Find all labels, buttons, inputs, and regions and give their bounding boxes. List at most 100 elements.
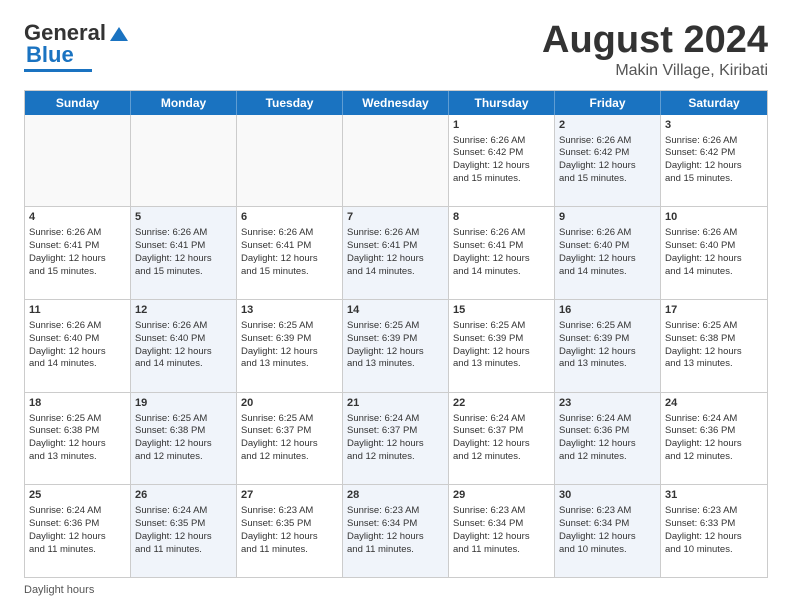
day-info: Daylight: 12 hours — [29, 253, 126, 266]
day-cell-14: 14Sunrise: 6:25 AMSunset: 6:39 PMDayligh… — [343, 300, 449, 392]
day-cell-10: 10Sunrise: 6:26 AMSunset: 6:40 PMDayligh… — [661, 207, 767, 299]
day-info: Daylight: 12 hours — [559, 438, 656, 451]
day-info: Sunset: 6:39 PM — [559, 333, 656, 346]
day-info: Daylight: 12 hours — [241, 531, 338, 544]
day-info: Sunrise: 6:24 AM — [665, 413, 763, 426]
day-info: and 15 minutes. — [135, 266, 232, 279]
day-number: 7 — [347, 210, 444, 225]
day-info: Sunset: 6:36 PM — [665, 425, 763, 438]
day-cell-3: 3Sunrise: 6:26 AMSunset: 6:42 PMDaylight… — [661, 115, 767, 207]
day-info: Sunset: 6:41 PM — [29, 240, 126, 253]
day-cell-26: 26Sunrise: 6:24 AMSunset: 6:35 PMDayligh… — [131, 485, 237, 577]
day-number: 29 — [453, 488, 550, 503]
day-number: 4 — [29, 210, 126, 225]
day-info: and 13 minutes. — [665, 358, 763, 371]
day-cell-19: 19Sunrise: 6:25 AMSunset: 6:38 PMDayligh… — [131, 393, 237, 485]
day-info: Sunset: 6:35 PM — [135, 518, 232, 531]
day-info: Daylight: 12 hours — [241, 438, 338, 451]
logo-part2: Blue — [26, 42, 74, 68]
day-info: Daylight: 12 hours — [665, 438, 763, 451]
day-number: 25 — [29, 488, 126, 503]
day-info: Sunrise: 6:25 AM — [453, 320, 550, 333]
logo: General Blue — [24, 20, 130, 72]
day-info: and 12 minutes. — [241, 451, 338, 464]
footer: Daylight hours — [24, 584, 768, 596]
day-info: Daylight: 12 hours — [453, 160, 550, 173]
day-number: 6 — [241, 210, 338, 225]
day-info: Sunset: 6:41 PM — [453, 240, 550, 253]
day-info: Daylight: 12 hours — [453, 438, 550, 451]
day-header-monday: Monday — [131, 91, 237, 115]
day-cell-15: 15Sunrise: 6:25 AMSunset: 6:39 PMDayligh… — [449, 300, 555, 392]
day-info: Sunrise: 6:26 AM — [135, 320, 232, 333]
day-info: and 14 minutes. — [347, 266, 444, 279]
day-info: and 11 minutes. — [347, 544, 444, 557]
day-info: Sunset: 6:41 PM — [135, 240, 232, 253]
day-info: Daylight: 12 hours — [665, 160, 763, 173]
day-info: Daylight: 12 hours — [241, 346, 338, 359]
day-info: Daylight: 12 hours — [453, 531, 550, 544]
day-number: 22 — [453, 396, 550, 411]
day-info: Sunrise: 6:24 AM — [453, 413, 550, 426]
day-cell-22: 22Sunrise: 6:24 AMSunset: 6:37 PMDayligh… — [449, 393, 555, 485]
day-header-thursday: Thursday — [449, 91, 555, 115]
day-info: and 11 minutes. — [29, 544, 126, 557]
day-cell-16: 16Sunrise: 6:25 AMSunset: 6:39 PMDayligh… — [555, 300, 661, 392]
day-cell-31: 31Sunrise: 6:23 AMSunset: 6:33 PMDayligh… — [661, 485, 767, 577]
day-info: Sunrise: 6:24 AM — [135, 505, 232, 518]
day-info: Sunset: 6:34 PM — [453, 518, 550, 531]
day-info: Sunset: 6:37 PM — [347, 425, 444, 438]
main-title: August 2024 — [542, 20, 768, 62]
day-cell-17: 17Sunrise: 6:25 AMSunset: 6:38 PMDayligh… — [661, 300, 767, 392]
day-info: Sunrise: 6:23 AM — [347, 505, 444, 518]
day-info: Daylight: 12 hours — [453, 346, 550, 359]
day-info: Sunset: 6:39 PM — [453, 333, 550, 346]
day-info: and 14 minutes. — [559, 266, 656, 279]
day-info: and 14 minutes. — [453, 266, 550, 279]
day-info: Sunset: 6:40 PM — [135, 333, 232, 346]
day-info: Daylight: 12 hours — [665, 253, 763, 266]
day-number: 30 — [559, 488, 656, 503]
header: General Blue August 2024 Makin Village, … — [24, 20, 768, 80]
empty-cell — [131, 115, 237, 207]
empty-cell — [343, 115, 449, 207]
day-info: Sunset: 6:41 PM — [241, 240, 338, 253]
day-info: and 12 minutes. — [135, 451, 232, 464]
day-cell-25: 25Sunrise: 6:24 AMSunset: 6:36 PMDayligh… — [25, 485, 131, 577]
day-cell-12: 12Sunrise: 6:26 AMSunset: 6:40 PMDayligh… — [131, 300, 237, 392]
day-info: Sunrise: 6:25 AM — [665, 320, 763, 333]
day-number: 31 — [665, 488, 763, 503]
day-number: 14 — [347, 303, 444, 318]
calendar-row-4: 18Sunrise: 6:25 AMSunset: 6:38 PMDayligh… — [25, 393, 767, 486]
day-cell-2: 2Sunrise: 6:26 AMSunset: 6:42 PMDaylight… — [555, 115, 661, 207]
day-number: 2 — [559, 118, 656, 133]
day-info: Sunrise: 6:25 AM — [241, 320, 338, 333]
day-header-tuesday: Tuesday — [237, 91, 343, 115]
day-number: 24 — [665, 396, 763, 411]
day-info: Sunrise: 6:26 AM — [347, 227, 444, 240]
day-number: 19 — [135, 396, 232, 411]
day-cell-6: 6Sunrise: 6:26 AMSunset: 6:41 PMDaylight… — [237, 207, 343, 299]
calendar-header: SundayMondayTuesdayWednesdayThursdayFrid… — [25, 91, 767, 115]
day-info: and 13 minutes. — [453, 358, 550, 371]
day-info: and 13 minutes. — [347, 358, 444, 371]
day-info: Sunrise: 6:24 AM — [559, 413, 656, 426]
day-info: Sunset: 6:38 PM — [665, 333, 763, 346]
day-info: Sunset: 6:40 PM — [559, 240, 656, 253]
day-info: Sunrise: 6:25 AM — [347, 320, 444, 333]
day-info: Sunset: 6:41 PM — [347, 240, 444, 253]
day-cell-8: 8Sunrise: 6:26 AMSunset: 6:41 PMDaylight… — [449, 207, 555, 299]
calendar-row-2: 4Sunrise: 6:26 AMSunset: 6:41 PMDaylight… — [25, 207, 767, 300]
day-number: 12 — [135, 303, 232, 318]
day-number: 3 — [665, 118, 763, 133]
day-info: and 15 minutes. — [241, 266, 338, 279]
day-info: and 11 minutes. — [135, 544, 232, 557]
day-info: Daylight: 12 hours — [453, 253, 550, 266]
day-info: Sunrise: 6:26 AM — [453, 227, 550, 240]
day-info: and 14 minutes. — [665, 266, 763, 279]
day-info: Daylight: 12 hours — [241, 253, 338, 266]
day-info: and 15 minutes. — [453, 173, 550, 186]
day-number: 17 — [665, 303, 763, 318]
day-info: and 14 minutes. — [29, 358, 126, 371]
day-header-saturday: Saturday — [661, 91, 767, 115]
